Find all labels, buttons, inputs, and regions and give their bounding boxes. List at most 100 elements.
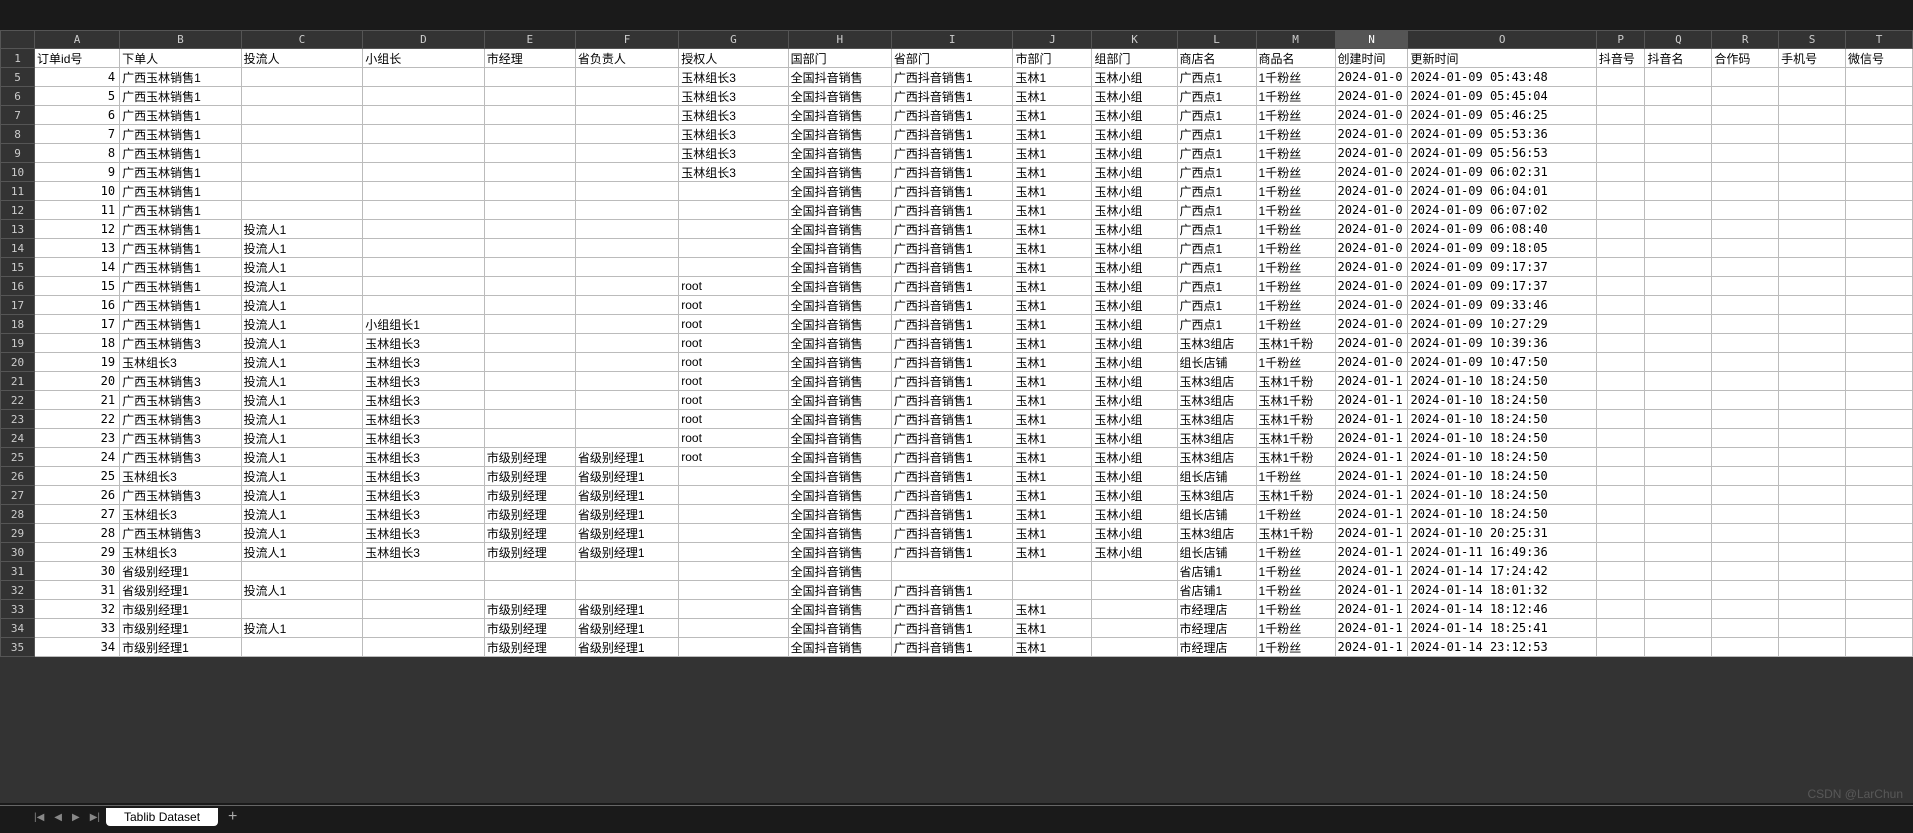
cell[interactable]: 玉林1 — [1013, 353, 1092, 372]
cell[interactable] — [1596, 391, 1645, 410]
cell[interactable]: 广西玉林销售3 — [120, 410, 242, 429]
cell[interactable] — [1846, 581, 1913, 600]
cell[interactable]: 广西抖音销售1 — [891, 258, 1013, 277]
cell[interactable]: root — [679, 334, 788, 353]
cell[interactable]: 玉林1 — [1013, 638, 1092, 657]
cell[interactable]: 广西玉林销售3 — [120, 524, 242, 543]
cell[interactable]: 玉林小组 — [1092, 315, 1177, 334]
cell[interactable]: 玉林1 — [1013, 448, 1092, 467]
cell[interactable]: 投流人1 — [241, 619, 363, 638]
cell[interactable]: 组长店铺 — [1177, 505, 1256, 524]
cell[interactable]: 2024-01-09 10:27:29 — [1408, 315, 1596, 334]
cell[interactable]: 玉林1 — [1013, 144, 1092, 163]
cell[interactable]: 2024-01-14 23:12:53 — [1408, 638, 1596, 657]
cell[interactable] — [1596, 87, 1645, 106]
cell[interactable]: 29 — [35, 543, 120, 562]
cell[interactable]: 2024-01-0 — [1335, 68, 1408, 87]
cell[interactable] — [575, 182, 678, 201]
cell[interactable] — [1846, 277, 1913, 296]
cell[interactable] — [484, 315, 575, 334]
row-header[interactable]: 34 — [1, 619, 35, 638]
cell[interactable] — [363, 277, 485, 296]
cell[interactable]: 省负责人 — [575, 49, 678, 68]
cell[interactable] — [679, 581, 788, 600]
cell[interactable]: 2024-01-0 — [1335, 258, 1408, 277]
cell[interactable]: 22 — [35, 410, 120, 429]
cell[interactable]: 27 — [35, 505, 120, 524]
cell[interactable]: 广西玉林销售1 — [120, 68, 242, 87]
cell[interactable] — [241, 68, 363, 87]
cell[interactable] — [1712, 543, 1779, 562]
cell[interactable]: 省级别经理1 — [120, 562, 242, 581]
cell[interactable]: 1千粉丝 — [1256, 619, 1335, 638]
cell[interactable]: 玉林1千粉 — [1256, 372, 1335, 391]
column-header[interactable]: A — [35, 31, 120, 49]
cell[interactable]: 玉林组长3 — [363, 486, 485, 505]
cell[interactable] — [1645, 87, 1712, 106]
cell[interactable]: 全国抖音销售 — [788, 334, 891, 353]
cell[interactable]: 33 — [35, 619, 120, 638]
cell[interactable]: 玉林小组 — [1092, 410, 1177, 429]
cell[interactable] — [241, 144, 363, 163]
cell[interactable] — [1846, 220, 1913, 239]
sheet-tab-active[interactable]: Tablib Dataset — [106, 808, 218, 826]
row-header[interactable]: 13 — [1, 220, 35, 239]
cell[interactable]: 2024-01-1 — [1335, 524, 1408, 543]
cell[interactable]: 玉林1千粉 — [1256, 334, 1335, 353]
cell[interactable]: 2024-01-1 — [1335, 448, 1408, 467]
cell[interactable] — [1779, 448, 1846, 467]
cell[interactable]: 全国抖音销售 — [788, 486, 891, 505]
row-header[interactable]: 20 — [1, 353, 35, 372]
cell[interactable]: 玉林小组 — [1092, 258, 1177, 277]
cell[interactable]: 2024-01-09 09:17:37 — [1408, 277, 1596, 296]
cell[interactable] — [1846, 315, 1913, 334]
cell[interactable] — [363, 106, 485, 125]
cell[interactable]: 玉林小组 — [1092, 163, 1177, 182]
cell[interactable]: 玉林1 — [1013, 258, 1092, 277]
cell[interactable] — [1846, 372, 1913, 391]
cell[interactable]: 广西抖音销售1 — [891, 315, 1013, 334]
cell[interactable] — [484, 201, 575, 220]
cell[interactable] — [363, 220, 485, 239]
cell[interactable]: 4 — [35, 68, 120, 87]
cell[interactable]: 广西点1 — [1177, 106, 1256, 125]
row-header[interactable]: 30 — [1, 543, 35, 562]
tab-nav-next-icon[interactable]: ▶ — [68, 812, 84, 823]
cell[interactable] — [241, 182, 363, 201]
cell[interactable] — [1645, 106, 1712, 125]
cell[interactable]: 玉林组长3 — [363, 353, 485, 372]
cell[interactable] — [484, 220, 575, 239]
cell[interactable]: 投流人1 — [241, 353, 363, 372]
cell[interactable]: 广西抖音销售1 — [891, 448, 1013, 467]
cell[interactable]: 全国抖音销售 — [788, 505, 891, 524]
cell[interactable]: 玉林组长3 — [120, 505, 242, 524]
cell[interactable]: 1千粉丝 — [1256, 581, 1335, 600]
cell[interactable] — [1645, 581, 1712, 600]
cell[interactable] — [1712, 467, 1779, 486]
cell[interactable]: 玉林1 — [1013, 524, 1092, 543]
cell[interactable]: 1千粉丝 — [1256, 353, 1335, 372]
cell[interactable] — [575, 220, 678, 239]
cell[interactable]: 全国抖音销售 — [788, 619, 891, 638]
cell[interactable]: 玉林小组 — [1092, 201, 1177, 220]
cell[interactable]: 全国抖音销售 — [788, 543, 891, 562]
cell[interactable] — [363, 182, 485, 201]
cell[interactable]: 广西玉林销售1 — [120, 296, 242, 315]
cell[interactable]: 玉林小组 — [1092, 524, 1177, 543]
column-header[interactable]: D — [363, 31, 485, 49]
cell[interactable] — [1846, 391, 1913, 410]
cell[interactable] — [1846, 543, 1913, 562]
column-header[interactable]: L — [1177, 31, 1256, 49]
cell[interactable]: root — [679, 391, 788, 410]
cell[interactable]: 市级别经理 — [484, 619, 575, 638]
cell[interactable]: 1千粉丝 — [1256, 600, 1335, 619]
cell[interactable] — [1846, 448, 1913, 467]
row-header[interactable]: 5 — [1, 68, 35, 87]
cell[interactable]: 广西玉林销售1 — [120, 125, 242, 144]
cell[interactable] — [241, 638, 363, 657]
cell[interactable] — [1779, 505, 1846, 524]
cell[interactable]: 广西抖音销售1 — [891, 372, 1013, 391]
cell[interactable] — [1846, 87, 1913, 106]
cell[interactable]: 投流人1 — [241, 543, 363, 562]
cell[interactable]: 市级别经理 — [484, 505, 575, 524]
